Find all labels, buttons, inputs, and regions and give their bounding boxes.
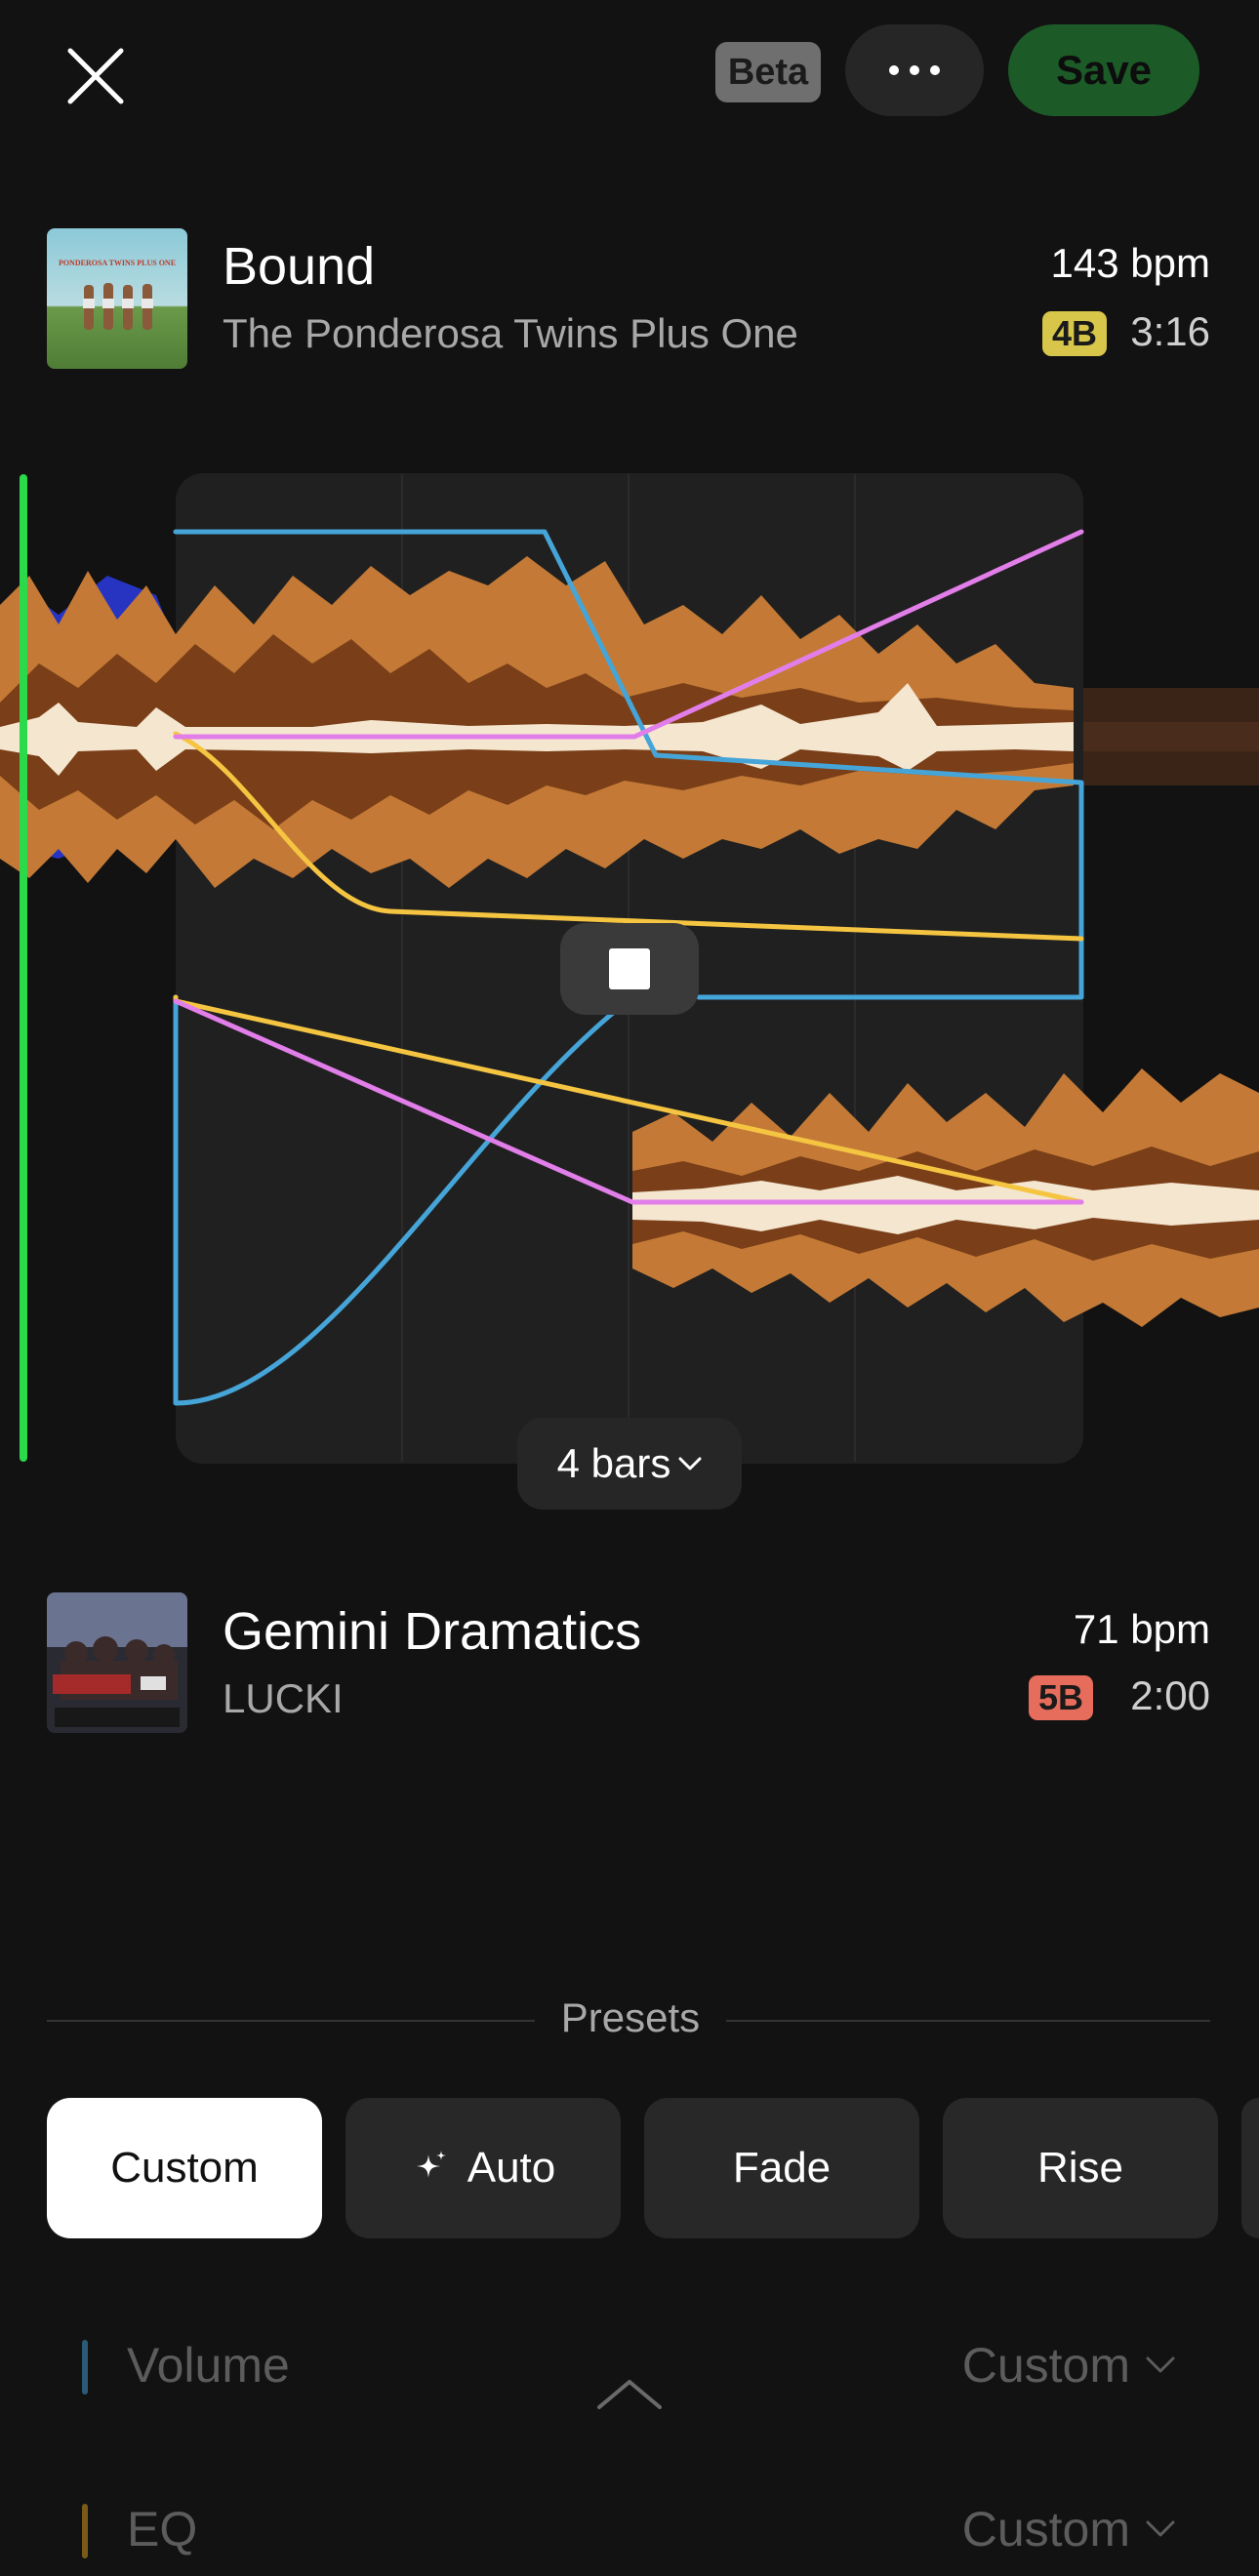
presets-heading: Presets (560, 1994, 701, 2040)
chevron-down-icon (678, 1457, 702, 1470)
track-a-bpm: 143 bpm (1050, 240, 1210, 286)
album-art-track-a: PONDEROSA TWINS PLUS ONE (47, 228, 187, 369)
presets-divider-right (726, 2020, 1210, 2022)
track-b-artist: LUCKI (223, 1675, 344, 1721)
chevron-down-icon (1146, 2520, 1175, 2537)
eq-mode-dropdown[interactable]: Custom (962, 2501, 1175, 2557)
track-a-waveform (0, 556, 1259, 888)
preset-custom[interactable]: Custom (47, 2098, 322, 2238)
bars-length-label: 4 bars (556, 1440, 671, 1486)
more-horizontal-icon (889, 65, 940, 75)
volume-color-marker (82, 2340, 88, 2395)
playhead[interactable] (20, 474, 27, 1462)
chevron-up-icon (597, 2380, 662, 2409)
track-a-key-badge: 4B (1042, 311, 1108, 356)
track-b-bpm: 71 bpm (1073, 1606, 1210, 1652)
volume-row-label: Volume (127, 2338, 290, 2393)
stop-button[interactable] (560, 923, 699, 1015)
eq-mode-value: Custom (961, 2502, 1130, 2556)
sparkle-icon (416, 2151, 446, 2178)
preset-rise[interactable]: Rise (943, 2098, 1218, 2238)
volume-mode-value: Custom (961, 2338, 1130, 2393)
track-b-duration: 2:00 (1130, 1672, 1210, 1718)
preset-auto[interactable]: Auto (345, 2098, 621, 2238)
collapse-button[interactable] (595, 2376, 664, 2416)
track-a-title: Bound (223, 237, 376, 296)
volume-curve-track-b (173, 994, 635, 1406)
stop-icon (609, 948, 650, 989)
eq-row-label: EQ (127, 2502, 198, 2556)
track-b-title: Gemini Dramatics (223, 1602, 642, 1661)
preset-next-partial[interactable] (1241, 2098, 1259, 2238)
chevron-down-icon (1146, 2356, 1175, 2373)
album-art-text: PONDEROSA TWINS PLUS ONE (59, 259, 176, 267)
track-b-waveform (632, 1068, 1259, 1327)
eq-color-marker (82, 2504, 88, 2558)
close-icon (67, 48, 124, 104)
track-a-duration: 3:16 (1130, 308, 1210, 354)
presets-divider-left (47, 2020, 535, 2022)
preset-auto-label: Auto (467, 2144, 556, 2192)
album-art-track-b (47, 1592, 187, 1733)
save-button[interactable]: Save (1008, 24, 1199, 116)
volume-mode-dropdown[interactable]: Custom (962, 2337, 1175, 2394)
preset-custom-label: Custom (110, 2144, 259, 2192)
bars-length-dropdown[interactable]: 4 bars (517, 1418, 742, 1509)
close-button[interactable] (49, 29, 142, 123)
more-options-button[interactable] (845, 24, 984, 116)
beta-badge: Beta (715, 42, 821, 102)
preset-fade-label: Fade (732, 2144, 832, 2192)
track-b-key-badge: 5B (1029, 1675, 1094, 1720)
track-a-artist: The Ponderosa Twins Plus One (223, 310, 798, 356)
preset-fade[interactable]: Fade (644, 2098, 919, 2238)
preset-rise-label: Rise (1036, 2144, 1124, 2192)
